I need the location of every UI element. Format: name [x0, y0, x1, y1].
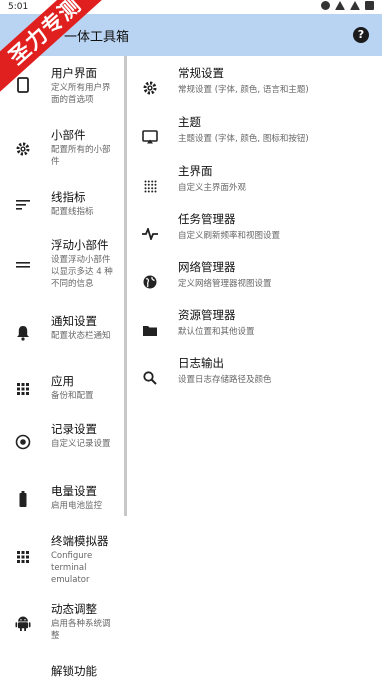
- nav-title: 应用: [51, 374, 74, 388]
- nav-subtitle: 启用各种系统调整: [51, 619, 111, 641]
- nav-title: 解锁功能: [51, 664, 97, 678]
- nav-item-dynamic-tweaks[interactable]: 动态调整 启用各种系统调整: [0, 602, 126, 646]
- settings-title: 日志输出: [178, 356, 224, 370]
- nav-title: 通知设置: [51, 314, 97, 328]
- nav-item-apps[interactable]: 应用 备份和配置: [0, 374, 126, 408]
- nav-title: 终端模拟器: [51, 534, 109, 548]
- battery-icon: [14, 490, 32, 508]
- nav-subtitle: Configure terminal emulator: [51, 551, 93, 585]
- nav-subtitle: 配置线指标: [51, 207, 94, 217]
- globe-icon: [142, 274, 158, 290]
- settings-subtitle: 常规设置 (字体, 颜色, 语言和主题): [178, 85, 309, 95]
- help-button[interactable]: ?: [353, 27, 369, 43]
- settings-title: 主界面: [178, 164, 213, 178]
- nav-subtitle: 定义所有用户界面的首选项: [51, 83, 111, 105]
- settings-subtitle: 自定义主界面外观: [178, 183, 247, 193]
- settings-subtitle: 自定义刷新频率和视图设置: [178, 231, 281, 241]
- settings-item-log-output[interactable]: 日志输出 设置日志存储路径及颜色: [128, 356, 382, 404]
- nav-subtitle: 自定义记录设置: [51, 439, 111, 449]
- settings-subtitle: 主题设置 (字体, 颜色, 图标和按钮): [178, 134, 309, 144]
- wifi-icon: [335, 1, 345, 10]
- folder-icon: [142, 322, 158, 338]
- nav-item-terminal-emulator[interactable]: 终端模拟器 Configure terminal emulator: [0, 534, 126, 585]
- grid-icon: [14, 380, 32, 398]
- nav-item-floating-widgets[interactable]: 浮动小部件 设置浮动小部件以显示多达 4 种不同的信息: [0, 238, 126, 302]
- left-nav-scrollbar[interactable]: [124, 56, 127, 516]
- nav-subtitle: 配置状态栏通知: [51, 331, 111, 341]
- settings-item-theme[interactable]: 主题 主题设置 (字体, 颜色, 图标和按钮): [128, 115, 382, 163]
- settings-item-general[interactable]: 常规设置 常规设置 (字体, 颜色, 语言和主题): [128, 66, 382, 114]
- app-title: 一体工具箱: [64, 30, 130, 45]
- gear-icon: [14, 140, 32, 158]
- lines-icon: [14, 196, 32, 214]
- nav-item-record-settings[interactable]: 记录设置 自定义记录设置: [0, 422, 126, 472]
- settings-subtitle: 默认位置和其他设置: [178, 327, 255, 337]
- nav-item-unlock-features[interactable]: 解锁功能: [0, 664, 126, 680]
- equals-icon: [14, 256, 32, 274]
- settings-title: 常规设置: [178, 66, 224, 80]
- settings-subtitle: 定义网络管理器视图设置: [178, 279, 272, 289]
- nav-item-line-indicator[interactable]: 线指标 配置线指标: [0, 190, 126, 224]
- settings-item-main-screen[interactable]: 主界面 自定义主界面外观: [128, 164, 382, 212]
- android-icon: [14, 614, 32, 632]
- battery-status-icon: [365, 1, 374, 10]
- dots-grid-icon: [142, 178, 158, 194]
- cast-icon: [142, 129, 158, 145]
- settings-item-network-manager[interactable]: 网络管理器 定义网络管理器视图设置: [128, 260, 382, 308]
- phone-icon: [14, 76, 32, 94]
- settings-title: 资源管理器: [178, 308, 236, 322]
- nav-title: 小部件: [51, 128, 86, 142]
- pulse-icon: [142, 226, 158, 242]
- settings-title: 任务管理器: [178, 212, 236, 226]
- unlock-icon: [14, 664, 32, 680]
- nav-subtitle: 备份和配置: [51, 391, 94, 401]
- terminal-grid-icon: [14, 548, 32, 566]
- gear-icon: [142, 80, 158, 96]
- nav-subtitle: 启用电池监控: [51, 501, 103, 511]
- bell-icon: [14, 324, 32, 342]
- nav-title: 用户界面: [51, 66, 97, 80]
- settings-item-file-manager[interactable]: 资源管理器 默认位置和其他设置: [128, 308, 382, 356]
- status-time: 5:01: [8, 2, 29, 12]
- settings-list: 常规设置 常规设置 (字体, 颜色, 语言和主题) 主题 主题设置 (字体, 颜…: [128, 56, 382, 680]
- nav-subtitle: 配置所有的小部件: [51, 145, 111, 167]
- nav-title: 记录设置: [51, 422, 97, 436]
- status-icons: [321, 1, 374, 10]
- nav-title: 电量设置: [51, 484, 97, 498]
- record-icon: [14, 433, 32, 451]
- settings-title: 主题: [178, 115, 201, 129]
- nav-title: 线指标: [51, 190, 86, 204]
- nav-title: 动态调整: [51, 602, 97, 616]
- vibrate-icon: [321, 1, 330, 10]
- left-nav: 用户界面 定义所有用户界面的首选项 小部件 配置所有的小部件 线指标 配置线指标…: [0, 56, 126, 680]
- nav-subtitle: 设置浮动小部件以显示多达 4 种不同的信息: [51, 255, 113, 289]
- search-icon: [142, 370, 158, 386]
- nav-item-widgets[interactable]: 小部件 配置所有的小部件: [0, 128, 126, 176]
- settings-title: 网络管理器: [178, 260, 236, 274]
- nav-item-battery-settings[interactable]: 电量设置 启用电池监控: [0, 484, 126, 518]
- nav-item-notification-settings[interactable]: 通知设置 配置状态栏通知: [0, 314, 126, 358]
- signal-icon: [350, 1, 360, 10]
- settings-item-task-manager[interactable]: 任务管理器 自定义刷新频率和视图设置: [128, 212, 382, 260]
- nav-title: 浮动小部件: [51, 238, 109, 252]
- settings-subtitle: 设置日志存储路径及颜色: [178, 375, 272, 385]
- help-icon: ?: [357, 28, 365, 41]
